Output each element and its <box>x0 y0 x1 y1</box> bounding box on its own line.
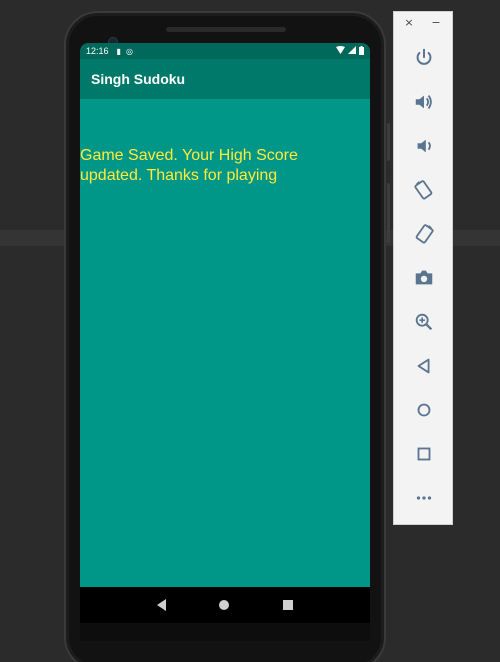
power-icon[interactable] <box>412 46 436 70</box>
device-screen: 12:16 ▮ ◎ Singh Sudoku Game Saved. Your … <box>80 43 370 623</box>
side-button-lower[interactable] <box>387 183 390 243</box>
minimize-icon[interactable]: − <box>429 16 443 30</box>
rotate-left-icon[interactable] <box>412 178 436 202</box>
camera-icon[interactable] <box>412 266 436 290</box>
volume-down-icon[interactable] <box>412 134 436 158</box>
app-title: Singh Sudoku <box>91 71 186 87</box>
device-chin <box>80 623 370 641</box>
sync-icon: ◎ <box>125 46 133 56</box>
speaker-grille <box>166 27 286 32</box>
main-content: Game Saved. Your High Score updated. Tha… <box>80 99 370 587</box>
app-bar: Singh Sudoku <box>80 59 370 99</box>
recents-icon[interactable] <box>283 600 294 610</box>
side-button-upper[interactable] <box>387 123 390 161</box>
volume-up-icon[interactable] <box>412 90 436 114</box>
sd-card-icon: ▮ <box>116 46 121 56</box>
status-right-icons <box>336 45 364 57</box>
status-time: 12:16 <box>86 46 109 56</box>
battery-icon <box>359 45 364 57</box>
emulator-toolbar: × − <box>393 11 453 525</box>
overview-icon[interactable] <box>412 442 436 466</box>
more-icon[interactable] <box>412 486 436 510</box>
device-frame: 12:16 ▮ ◎ Singh Sudoku Game Saved. Your … <box>64 11 390 662</box>
status-bar: 12:16 ▮ ◎ <box>80 43 370 59</box>
back-icon[interactable] <box>412 354 436 378</box>
zoom-icon[interactable] <box>412 310 436 334</box>
navigation-bar <box>80 587 370 623</box>
save-message: Game Saved. Your High Score updated. Tha… <box>80 147 298 184</box>
rotate-right-icon[interactable] <box>412 222 436 246</box>
home-icon[interactable] <box>219 600 230 610</box>
back-icon[interactable] <box>156 599 166 611</box>
home-icon[interactable] <box>412 398 436 422</box>
signal-icon <box>348 46 356 56</box>
wifi-icon <box>336 46 345 56</box>
close-icon[interactable]: × <box>402 16 416 30</box>
